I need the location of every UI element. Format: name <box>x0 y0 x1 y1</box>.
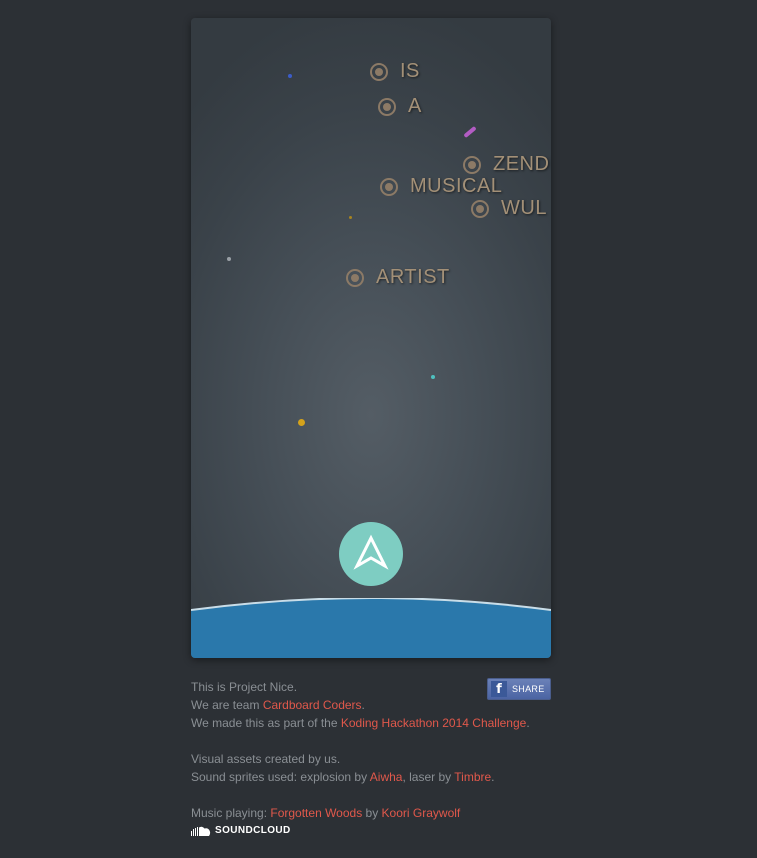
target-icon <box>370 62 388 81</box>
word-target[interactable]: IS <box>370 60 420 83</box>
soundcloud-link[interactable]: SOUNDCLOUD <box>191 822 551 840</box>
game-canvas[interactable]: IS A ZENDI MUSICAL WUL ARTIST <box>191 18 551 658</box>
facebook-share-button[interactable]: f SHARE <box>487 678 551 700</box>
particle <box>349 216 352 219</box>
aiwha-link[interactable]: Aiwha <box>370 770 403 784</box>
word-label: MUSICAL <box>410 175 503 197</box>
word-target[interactable]: ARTIST <box>346 266 450 289</box>
target-icon <box>463 155 481 174</box>
artist-link[interactable]: Koori Graywolf <box>382 806 461 820</box>
particle <box>298 419 305 426</box>
particle <box>431 375 435 379</box>
target-icon <box>380 177 398 196</box>
water-ground <box>191 598 551 658</box>
particle <box>463 125 477 139</box>
hackathon-link[interactable]: Koding Hackathon 2014 Challenge <box>341 716 526 730</box>
track-link[interactable]: Forgotten Woods <box>270 806 362 820</box>
word-target[interactable]: MUSICAL <box>380 175 502 198</box>
music-line: Music playing: Forgotten Woods by Koori … <box>191 806 461 820</box>
timbre-link[interactable]: Timbre <box>454 770 491 784</box>
assets-line: Visual assets created by us. <box>191 752 341 766</box>
word-target[interactable]: WUL <box>471 197 547 220</box>
soundcloud-icon <box>191 826 211 836</box>
player-ship[interactable] <box>339 522 403 586</box>
team-link[interactable]: Cardboard Coders <box>263 698 362 712</box>
particle <box>288 74 292 78</box>
target-icon <box>346 268 364 287</box>
footer-info: f SHARE This is Project Nice. We are tea… <box>191 678 551 840</box>
sound-credits-line: Sound sprites used: explosion by Aiwha, … <box>191 770 495 784</box>
target-icon <box>378 97 396 116</box>
ship-arrow-icon <box>339 522 403 586</box>
facebook-icon: f <box>491 681 507 697</box>
word-target[interactable]: A <box>378 95 422 118</box>
share-label: SHARE <box>512 684 545 694</box>
word-label: A <box>408 95 422 117</box>
soundcloud-label: SOUNDCLOUD <box>215 825 291 836</box>
word-label: ARTIST <box>376 266 450 288</box>
word-target[interactable]: ZENDI <box>463 153 551 176</box>
particle <box>227 257 231 261</box>
target-icon <box>471 199 489 218</box>
word-label: ZENDI <box>493 153 551 175</box>
hackathon-line: We made this as part of the Koding Hacka… <box>191 716 530 730</box>
word-label: IS <box>400 60 420 82</box>
word-label: WUL <box>501 197 547 219</box>
